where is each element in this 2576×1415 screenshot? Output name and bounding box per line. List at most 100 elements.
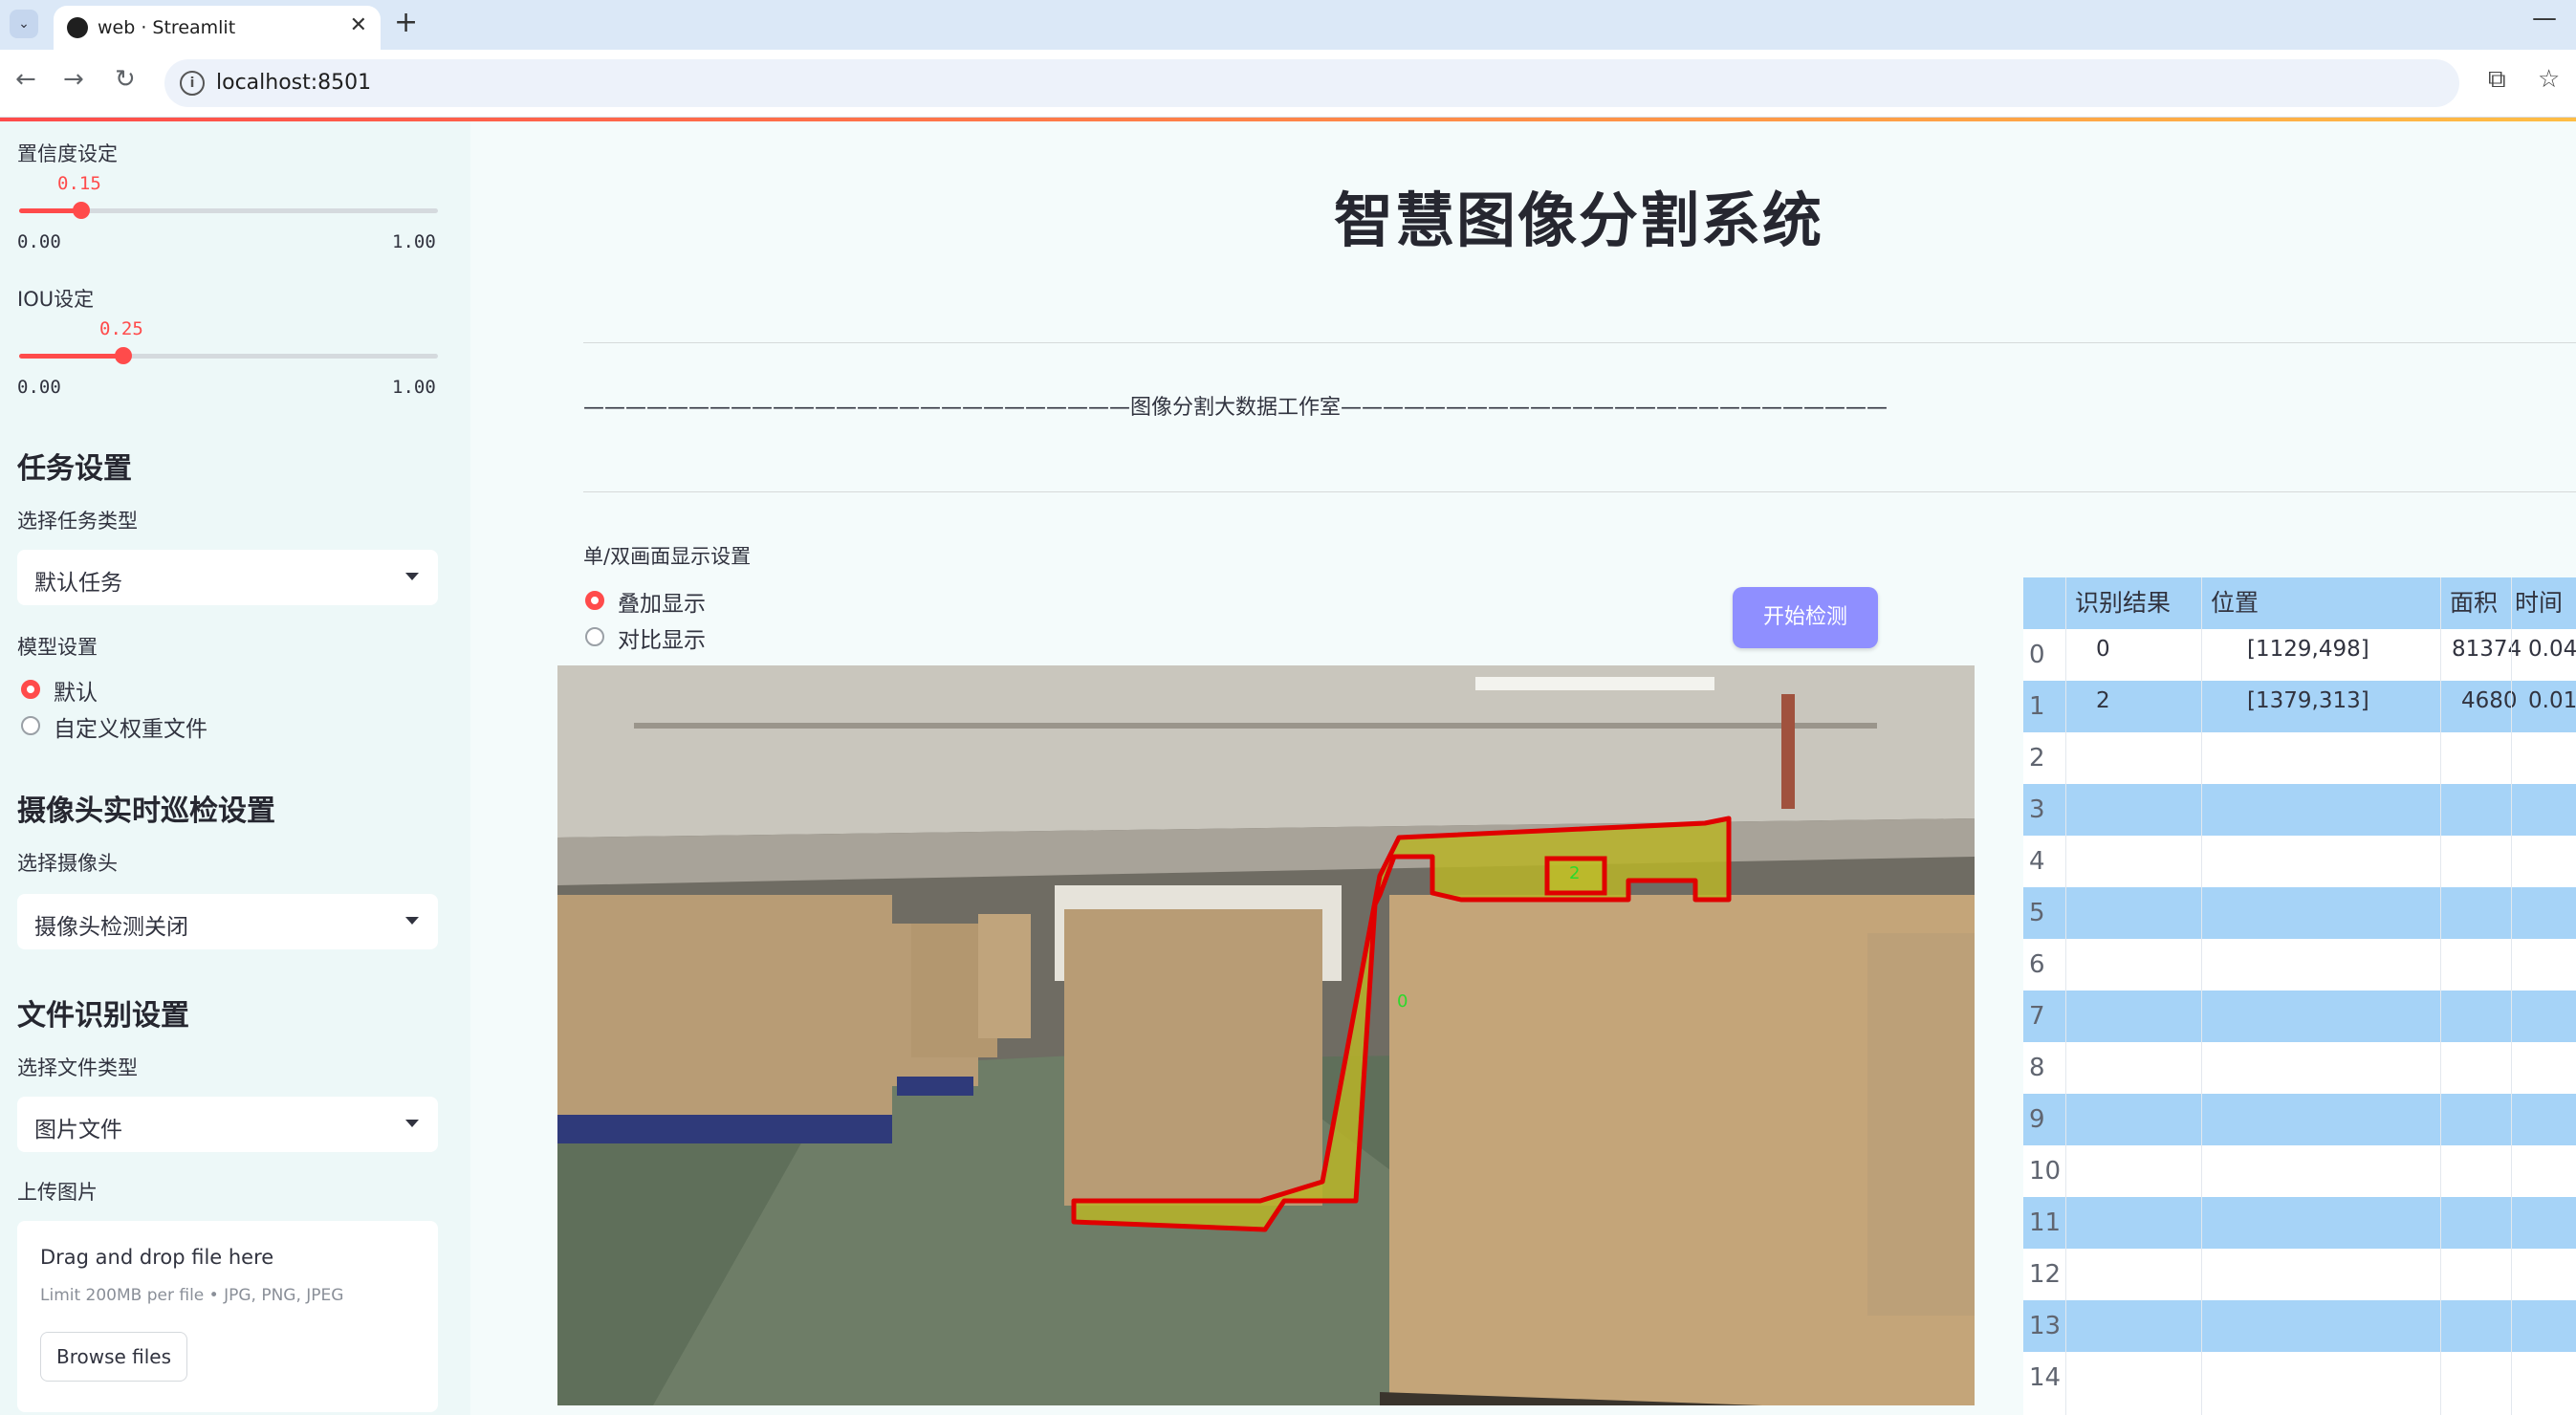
table-row[interactable]: 7	[2023, 990, 2576, 1042]
table-row[interactable]: 14	[2023, 1352, 2576, 1404]
upload-image-label: 上传图片	[17, 1181, 98, 1204]
file-type-value: 图片文件	[34, 1118, 122, 1143]
column-header-time[interactable]: 时间	[2515, 577, 2563, 629]
row-index: 4	[2029, 847, 2045, 876]
browser-tab-strip: ⌄ web · Streamlit ✕ + —	[0, 0, 2576, 50]
iou-slider-fill	[19, 354, 124, 359]
row-index: 13	[2029, 1312, 2062, 1340]
site-info-icon[interactable]: i	[180, 71, 205, 96]
model-custom-radio[interactable]	[21, 716, 40, 735]
confidence-value: 0.15	[57, 173, 101, 194]
task-settings-header: 任务设置	[17, 452, 132, 486]
time-cell: 0.01	[2528, 688, 2576, 713]
table-row[interactable]: 6	[2023, 939, 2576, 990]
file-type-label: 选择文件类型	[17, 1056, 138, 1079]
back-icon[interactable]: ←	[15, 65, 36, 94]
row-index: 2	[2029, 744, 2045, 773]
file-settings-header: 文件识别设置	[17, 999, 189, 1033]
confidence-label: 置信度设定	[17, 142, 118, 165]
browser-tab[interactable]: web · Streamlit ✕	[54, 6, 381, 50]
compare-display-label[interactable]: 对比显示	[618, 621, 706, 654]
chevron-down-icon	[405, 573, 419, 580]
sidebar: 置信度设定 0.15 0.00 1.00 IOU设定 0.25 0.00 1.0…	[0, 121, 470, 1415]
start-detection-button[interactable]: 开始检测	[1733, 587, 1878, 648]
table-row[interactable]: 8	[2023, 1042, 2576, 1094]
confidence-slider-thumb[interactable]	[73, 202, 90, 219]
chevron-down-icon	[405, 1120, 419, 1127]
camera-select-value: 摄像头检测关闭	[34, 915, 188, 940]
compare-display-radio[interactable]	[585, 627, 604, 646]
column-header-position[interactable]: 位置	[2211, 577, 2259, 629]
close-tab-icon[interactable]: ✕	[350, 13, 367, 37]
overlay-display-radio[interactable]	[585, 591, 604, 610]
iou-label: IOU设定	[17, 288, 95, 311]
model-default-label[interactable]: 默认	[54, 674, 98, 707]
overlay-label-2: 2	[1569, 863, 1580, 883]
column-header-result[interactable]: 识别结果	[2075, 577, 2171, 629]
row-index: 5	[2029, 899, 2045, 927]
divider	[583, 342, 2576, 343]
dropzone-limits: Limit 200MB per file • JPG, PNG, JPEG	[40, 1286, 344, 1305]
row-index: 3	[2029, 795, 2045, 824]
table-row[interactable]: 12	[2023, 1249, 2576, 1300]
model-settings-label: 模型设置	[17, 636, 98, 659]
table-row[interactable]: 9	[2023, 1094, 2576, 1145]
bookmark-star-icon[interactable]: ☆	[2538, 65, 2560, 94]
row-index: 7	[2029, 1002, 2045, 1031]
model-custom-label[interactable]: 自定义权重文件	[54, 710, 207, 743]
column-divider	[2440, 577, 2441, 1415]
tab-search-icon[interactable]: ⌄	[10, 10, 38, 38]
table-row[interactable]: 2	[2023, 732, 2576, 784]
table-row[interactable]: 3	[2023, 784, 2576, 836]
results-table[interactable]: 识别结果 位置 面积 时间 0 0 [1129,498] 81374 0.04 …	[2023, 577, 2576, 1415]
model-default-radio[interactable]	[21, 680, 40, 699]
camera-settings-header: 摄像头实时巡检设置	[17, 795, 275, 828]
streamlit-favicon-icon	[67, 17, 88, 38]
address-bar[interactable]: i localhost:8501	[164, 59, 2459, 107]
position-cell: [1379,313]	[2247, 688, 2369, 713]
minimize-window-icon[interactable]: —	[2532, 4, 2557, 33]
table-row[interactable]: 5	[2023, 887, 2576, 939]
row-index: 9	[2029, 1105, 2045, 1134]
chevron-down-icon	[405, 917, 419, 925]
display-mode-label: 单/双画面显示设置	[583, 545, 752, 568]
row-index: 11	[2029, 1208, 2062, 1237]
warehouse-scene: 0 2	[557, 665, 1975, 1405]
dropzone-instructions: Drag and drop file here	[40, 1246, 274, 1269]
row-index: 10	[2029, 1157, 2062, 1186]
file-dropzone[interactable]: Drag and drop file here Limit 200MB per …	[17, 1221, 438, 1412]
row-index: 12	[2029, 1260, 2062, 1289]
row-index: 1	[2029, 692, 2045, 721]
column-divider	[2201, 577, 2202, 1415]
camera-select[interactable]: 摄像头检测关闭	[17, 894, 438, 949]
table-row[interactable]: 1 2 [1379,313] 4680 0.01	[2023, 681, 2576, 732]
confidence-min: 0.00	[17, 231, 61, 252]
row-index: 6	[2029, 950, 2045, 979]
tab-title: web · Streamlit	[98, 17, 236, 38]
iou-slider-thumb[interactable]	[115, 347, 132, 364]
file-type-select[interactable]: 图片文件	[17, 1097, 438, 1152]
browse-files-button[interactable]: Browse files	[40, 1332, 187, 1382]
table-row[interactable]: 4	[2023, 836, 2576, 887]
confidence-max: 1.00	[392, 231, 436, 252]
row-index: 0	[2029, 641, 2045, 669]
result-cell: 0	[2096, 637, 2110, 662]
task-type-value: 默认任务	[34, 571, 122, 596]
table-row[interactable]: 13	[2023, 1300, 2576, 1352]
translate-icon[interactable]: ⧉	[2488, 65, 2506, 95]
table-row[interactable]: 0 0 [1129,498] 81374 0.04	[2023, 629, 2576, 681]
overlay-display-label[interactable]: 叠加显示	[618, 585, 706, 618]
column-header-area[interactable]: 面积	[2450, 577, 2498, 629]
studio-banner: ——————————————————————————图像分割大数据工作室————…	[583, 396, 1888, 420]
table-row[interactable]: 11	[2023, 1197, 2576, 1249]
area-cell: 4680	[2461, 688, 2518, 713]
table-row[interactable]: 10	[2023, 1145, 2576, 1197]
reload-icon[interactable]: ↻	[115, 65, 136, 94]
forward-icon[interactable]: →	[63, 65, 84, 94]
task-type-label: 选择任务类型	[17, 510, 138, 533]
column-divider	[2511, 577, 2512, 1415]
position-cell: [1129,498]	[2247, 637, 2369, 662]
url-text[interactable]: localhost:8501	[216, 71, 371, 95]
task-type-select[interactable]: 默认任务	[17, 550, 438, 605]
new-tab-icon[interactable]: +	[394, 6, 418, 39]
